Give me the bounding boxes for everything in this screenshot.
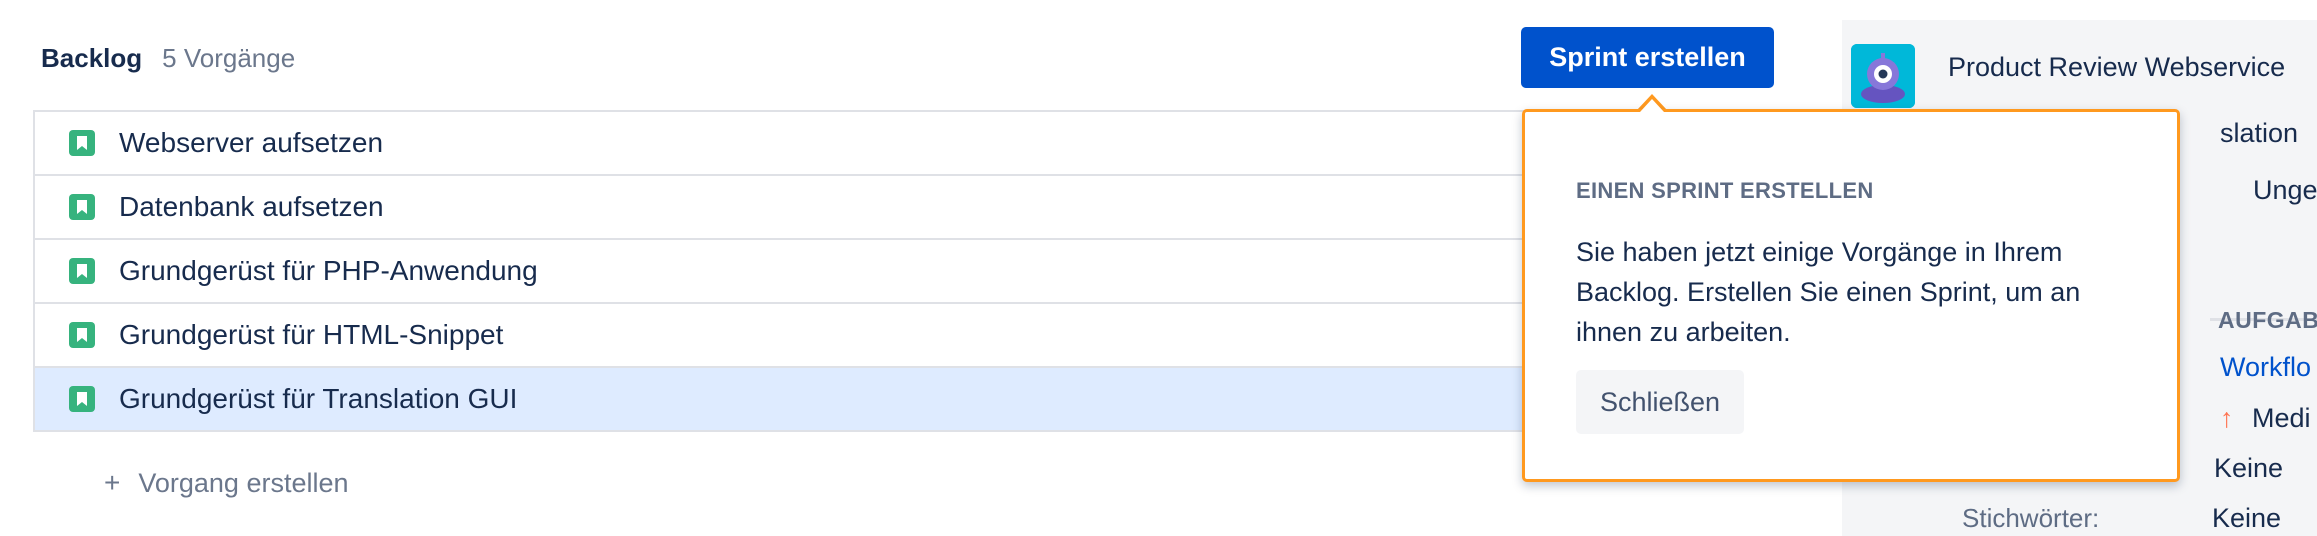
- issue-summary: Datenbank aufsetzen: [119, 191, 384, 222]
- story-icon: [69, 258, 95, 284]
- story-icon: [69, 194, 95, 220]
- issue-summary: Grundgerüst für HTML-Snippet: [119, 319, 504, 350]
- story-icon: [69, 322, 95, 348]
- create-sprint-button[interactable]: Sprint erstellen: [1521, 27, 1774, 88]
- backlog-header: Backlog 5 Vorgänge: [41, 38, 295, 78]
- issue-summary: Grundgerüst für PHP-Anwendung: [119, 255, 538, 286]
- tags-value: Keine: [2212, 503, 2282, 533]
- field-value-none: Keine: [2214, 453, 2284, 483]
- popover-pointer-inner: [1640, 99, 1664, 112]
- story-icon: [69, 130, 95, 156]
- issue-summary: Grundgerüst für Translation GUI: [119, 383, 518, 414]
- create-issue-label: Vorgang erstellen: [138, 467, 349, 498]
- backlog-issue-count: 5 Vorgänge: [162, 42, 296, 73]
- project-avatar-icon: [1851, 44, 1915, 108]
- status-fragment: Unge: [2253, 175, 2317, 205]
- project-name[interactable]: Product Review Webservice: [1948, 52, 2285, 83]
- tags-label: Stichwörter:: [1962, 503, 2100, 533]
- priority-up-icon: ↑: [2220, 403, 2234, 433]
- backlog-title: Backlog: [41, 42, 143, 73]
- plus-icon: +: [104, 467, 121, 498]
- create-issue-link[interactable]: + Vorgang erstellen: [104, 467, 349, 499]
- popover-body: Sie haben jetzt einige Vorgänge in Ihrem…: [1576, 237, 2081, 347]
- priority-fragment: Medi: [2252, 403, 2311, 433]
- workflow-link[interactable]: Workflo: [2220, 352, 2311, 383]
- close-button[interactable]: Schließen: [1576, 370, 1744, 434]
- create-sprint-popover: EINEN SPRINT ERSTELLEN Sie haben jetzt e…: [1522, 109, 2180, 482]
- issue-summary: Webserver aufsetzen: [119, 127, 384, 158]
- story-icon: [69, 386, 95, 412]
- issue-title-fragment: slation: [2220, 118, 2299, 148]
- popover-title: EINEN SPRINT ERSTELLEN: [1576, 178, 1874, 203]
- section-heading-fragment: AUFGAB: [2218, 307, 2317, 333]
